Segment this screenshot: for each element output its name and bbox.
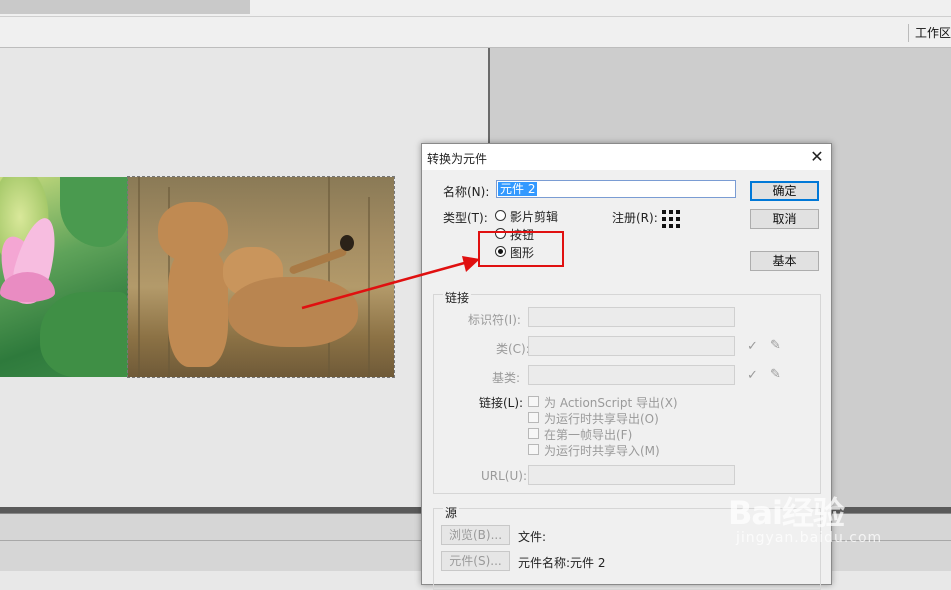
export-first-frame-label[interactable]: 在第一帧导出(F) (544, 426, 632, 443)
import-runtime-sharing-checkbox[interactable] (528, 444, 539, 455)
annotation-highlight (478, 231, 564, 267)
export-runtime-sharing-label[interactable]: 为运行时共享导出(O) (544, 410, 659, 427)
export-actionscript-label[interactable]: 为 ActionScript 导出(X) (544, 394, 678, 411)
symbol-name-info: 元件名称:元件 2 (518, 556, 606, 570)
linkage-label: 链接(L): (479, 396, 524, 410)
close-icon[interactable]: ✕ (808, 148, 826, 166)
cancel-button[interactable]: 取消 (750, 209, 819, 229)
workspace-switcher[interactable]: 工作区 (907, 24, 951, 42)
class-field[interactable] (528, 336, 735, 356)
lotus-image[interactable] (0, 177, 128, 377)
dialog-title: 转换为元件 (427, 152, 488, 166)
symbol-name-input[interactable]: 元件 2 (496, 180, 736, 198)
lioness-body (168, 247, 228, 367)
lotus-leaf (60, 177, 128, 247)
symbol-button[interactable]: 元件(S)... (441, 551, 510, 571)
symbol-name-value: 元件 2 (498, 182, 538, 196)
registration-label: 注册(R): (612, 211, 658, 225)
file-label: 文件: (518, 530, 547, 544)
toolbar (0, 16, 951, 48)
watermark-brand: Bai经验 (728, 494, 845, 532)
lotus-leaf (40, 292, 128, 377)
base-class-field[interactable] (528, 365, 735, 385)
movie-clip-label[interactable]: 影片剪辑 (510, 208, 558, 225)
url-label: URL(U): (481, 469, 527, 483)
export-first-frame-checkbox[interactable] (528, 428, 539, 439)
ok-button[interactable]: 确定 (750, 181, 819, 201)
registration-grid-icon[interactable] (662, 210, 682, 230)
check-icon[interactable]: ✓ (747, 339, 758, 354)
export-actionscript-checkbox[interactable] (528, 396, 539, 407)
movie-clip-radio[interactable] (495, 210, 506, 221)
tail-tuft (340, 235, 354, 251)
name-label: 名称(N): (443, 185, 490, 199)
export-runtime-sharing-checkbox[interactable] (528, 412, 539, 423)
pencil-icon[interactable]: ✎ (770, 367, 781, 382)
dialog-titlebar[interactable]: 转换为元件 ✕ (422, 144, 831, 170)
url-field[interactable] (528, 465, 735, 485)
document-tab[interactable] (0, 0, 250, 14)
check-icon[interactable]: ✓ (747, 368, 758, 383)
basic-button[interactable]: 基本 (750, 251, 819, 271)
source-title: 源 (443, 504, 460, 521)
watermark: Bai经验 jingyan.baidu.com (728, 488, 948, 568)
import-runtime-sharing-label[interactable]: 为运行时共享导入(M) (544, 442, 660, 459)
type-label: 类型(T): (443, 211, 488, 225)
pencil-icon[interactable]: ✎ (770, 338, 781, 353)
annotation-arrow-icon (301, 256, 480, 310)
class-label: 类(C): (496, 342, 530, 356)
identifier-field[interactable] (528, 307, 735, 327)
watermark-url: jingyan.baidu.com (736, 530, 883, 546)
browse-button[interactable]: 浏览(B)... (441, 525, 510, 545)
base-class-label: 基类: (492, 371, 521, 385)
